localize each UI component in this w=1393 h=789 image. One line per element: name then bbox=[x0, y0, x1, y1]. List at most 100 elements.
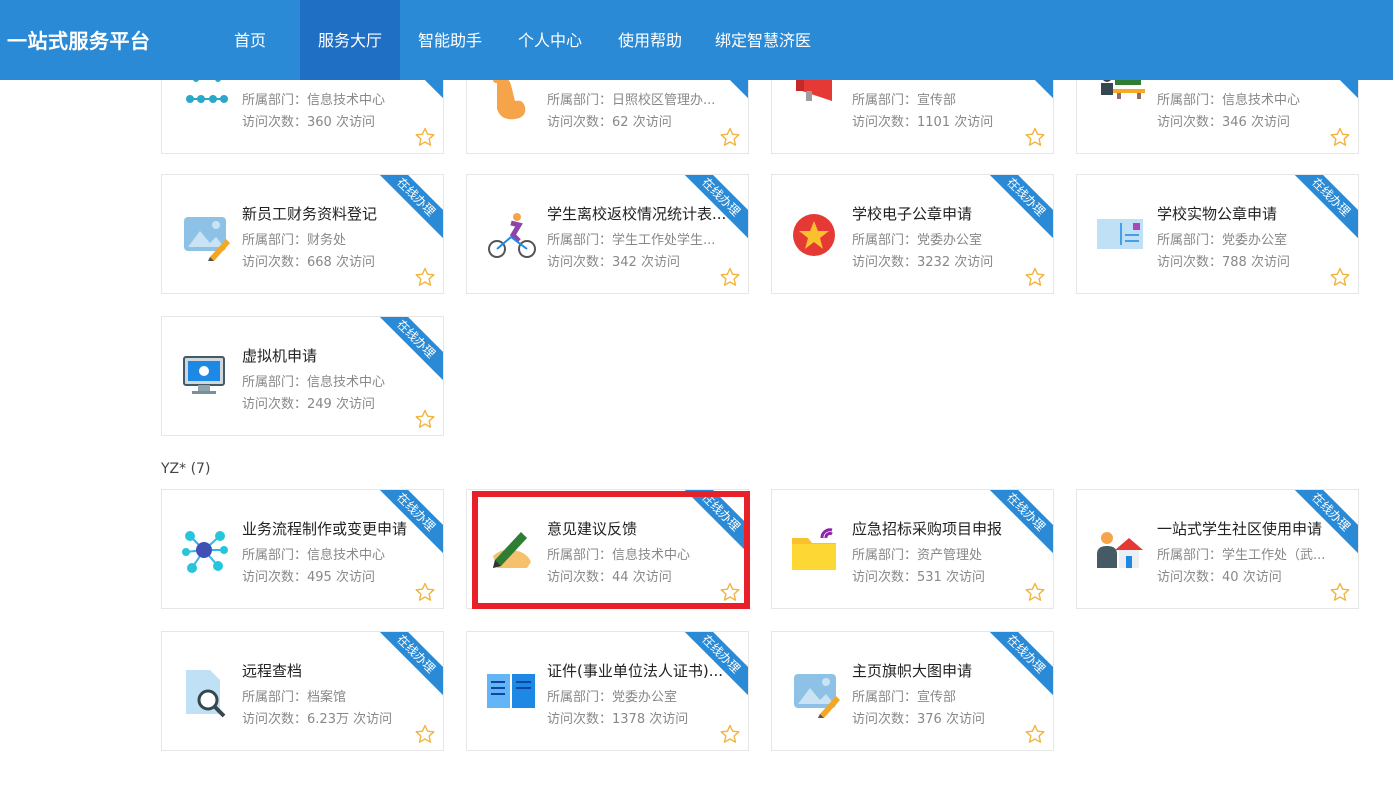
dept-value: 信息技术中心 bbox=[612, 548, 691, 563]
service-card[interactable]: 虚拟机申请 所属部门：信息技术中心 访问次数：249 次访问 在线办理 bbox=[161, 316, 444, 436]
visits-suffix: 次访问 bbox=[950, 115, 994, 130]
service-card[interactable]: 一站式学生社区使用申请 所属部门：学生工作处（武... 访问次数：40 次访问 在线办… bbox=[1076, 489, 1359, 609]
monitor-icon bbox=[182, 353, 232, 403]
service-card[interactable]: 业务流程制作或变更申请 所属部门：信息技术中心 访问次数：495 次访问 在线办理 bbox=[161, 489, 444, 609]
person-house-icon bbox=[1097, 526, 1147, 576]
dept-prefix: 所属部门： bbox=[852, 548, 918, 563]
visits-value: 342 bbox=[612, 255, 637, 270]
dept-value: 信息技术中心 bbox=[1222, 93, 1301, 108]
favorite-star-icon[interactable] bbox=[720, 724, 740, 744]
service-card[interactable]: 证件(事业单位法人证书)... 所属部门：党委办公室 访问次数：1378 次访问 在线… bbox=[466, 631, 749, 751]
dept-prefix: 所属部门： bbox=[547, 233, 613, 248]
dept-prefix: 所属部门： bbox=[547, 548, 613, 563]
favorite-star-icon[interactable] bbox=[1025, 127, 1045, 147]
visits-suffix: 次访问 bbox=[628, 115, 672, 130]
favorite-star-icon[interactable] bbox=[1330, 267, 1350, 287]
dept-prefix: 所属部门： bbox=[242, 690, 308, 705]
service-dept: 所属部门：学生工作处（武... bbox=[1157, 544, 1352, 563]
favorite-star-icon[interactable] bbox=[415, 267, 435, 287]
visits-suffix: 次访问 bbox=[636, 255, 680, 270]
service-visits: 访问次数：3232 次访问 bbox=[852, 251, 1047, 270]
dept-prefix: 所属部门： bbox=[242, 93, 308, 108]
service-visits: 访问次数：6.23万 次访问 bbox=[242, 708, 437, 727]
dept-prefix: 所属部门： bbox=[1157, 233, 1223, 248]
red-star-seal-icon bbox=[792, 211, 842, 261]
service-card[interactable]: 远程查档 所属部门：档案馆 访问次数：6.23万 次访问 在线办理 bbox=[161, 631, 444, 751]
favorite-star-icon[interactable] bbox=[1330, 582, 1350, 602]
dept-value: 档案馆 bbox=[307, 690, 347, 705]
nav-smart-assistant[interactable]: 智能助手 bbox=[410, 0, 490, 80]
dept-prefix: 所属部门： bbox=[242, 548, 308, 563]
favorite-star-icon[interactable] bbox=[415, 127, 435, 147]
dept-value: 日照校区管理办... bbox=[612, 93, 716, 108]
service-card[interactable]: 学生离校返校情况统计表... 所属部门：学生工作处学生... 访问次数：342 次访… bbox=[466, 174, 749, 294]
dept-prefix: 所属部门： bbox=[1157, 548, 1223, 563]
favorite-star-icon[interactable] bbox=[415, 409, 435, 429]
service-card[interactable]: 主页旗帜大图申请 所属部门：宣传部 访问次数：376 次访问 在线办理 bbox=[771, 631, 1054, 751]
service-card[interactable]: 学校电子公章申请 所属部门：党委办公室 访问次数：3232 次访问 在线办理 bbox=[771, 174, 1054, 294]
visits-suffix: 次访问 bbox=[941, 570, 985, 585]
dept-value: 信息技术中心 bbox=[307, 548, 386, 563]
dept-value: 宣传部 bbox=[917, 93, 957, 108]
image-edit-icon bbox=[182, 211, 232, 261]
visits-prefix: 访问次数： bbox=[852, 712, 918, 727]
service-dept: 所属部门：信息技术中心 bbox=[242, 371, 437, 390]
visits-suffix: 次访问 bbox=[1246, 115, 1290, 130]
dept-value: 宣传部 bbox=[917, 690, 957, 705]
service-title: 学校电子公章申请 bbox=[852, 205, 973, 223]
service-dept: 所属部门：信息技术中心 bbox=[547, 544, 742, 563]
favorite-star-icon[interactable] bbox=[1025, 267, 1045, 287]
favorite-star-icon[interactable] bbox=[720, 127, 740, 147]
service-dept: 所属部门：信息技术中心 bbox=[1157, 89, 1352, 108]
visits-suffix: 次访问 bbox=[1246, 255, 1290, 270]
service-visits: 访问次数：668 次访问 bbox=[242, 251, 437, 270]
service-card[interactable]: 新员工财务资料登记 所属部门：财务处 访问次数：668 次访问 在线办理 bbox=[161, 174, 444, 294]
favorite-star-icon[interactable] bbox=[415, 582, 435, 602]
top-nav-bar: 一站式服务平台 首页 服务大厅 智能助手 个人中心 使用帮助 绑定智慧济医 bbox=[0, 0, 1393, 80]
service-title: 新员工财务资料登记 bbox=[242, 205, 378, 223]
nav-service-hall[interactable]: 服务大厅 bbox=[300, 0, 400, 80]
visits-suffix: 次访问 bbox=[1238, 570, 1282, 585]
visits-prefix: 访问次数： bbox=[1157, 115, 1223, 130]
service-dept: 所属部门：党委办公室 bbox=[1157, 229, 1352, 248]
favorite-star-icon[interactable] bbox=[720, 582, 740, 602]
nav-bind-smart-jiyi[interactable]: 绑定智慧济医 bbox=[708, 0, 818, 80]
favorite-star-icon[interactable] bbox=[1330, 127, 1350, 147]
service-title: 应急招标采购项目申报 bbox=[852, 520, 1003, 538]
favorite-star-icon[interactable] bbox=[1025, 582, 1045, 602]
dept-value: 党委办公室 bbox=[1222, 233, 1288, 248]
hub-nodes-icon bbox=[182, 526, 232, 576]
favorite-star-icon[interactable] bbox=[415, 724, 435, 744]
favorite-star-icon[interactable] bbox=[720, 267, 740, 287]
visits-value: 360 bbox=[307, 115, 332, 130]
service-visits: 访问次数：44 次访问 bbox=[547, 566, 742, 585]
visits-value: 3232 bbox=[917, 255, 951, 270]
favorite-star-icon[interactable] bbox=[1025, 724, 1045, 744]
visits-prefix: 访问次数： bbox=[547, 570, 613, 585]
dept-value: 党委办公室 bbox=[612, 690, 678, 705]
service-dept: 所属部门：党委办公室 bbox=[852, 229, 1047, 248]
service-dept: 所属部门：信息技术中心 bbox=[242, 544, 437, 563]
visits-suffix: 次访问 bbox=[331, 255, 375, 270]
service-card[interactable]: 意见建议反馈 所属部门：信息技术中心 访问次数：44 次访问 在线办理 bbox=[466, 489, 749, 609]
visits-suffix: 次访问 bbox=[348, 712, 393, 727]
visits-prefix: 访问次数： bbox=[242, 255, 308, 270]
hand-writing-icon bbox=[487, 526, 537, 576]
nav-help[interactable]: 使用帮助 bbox=[610, 0, 690, 80]
open-book-icon bbox=[487, 668, 537, 718]
visits-prefix: 访问次数： bbox=[547, 255, 613, 270]
service-card[interactable]: 应急招标采购项目申报 所属部门：资产管理处 访问次数：531 次访问 在线办理 bbox=[771, 489, 1054, 609]
service-title: 学生离校返校情况统计表... bbox=[547, 205, 727, 223]
service-card[interactable]: 学校实物公章申请 所属部门：党委办公室 访问次数：788 次访问 在线办理 bbox=[1076, 174, 1359, 294]
dept-prefix: 所属部门： bbox=[547, 690, 613, 705]
service-dept: 所属部门：资产管理处 bbox=[852, 544, 1047, 563]
visits-value: 1101 bbox=[917, 115, 951, 130]
folder-signal-icon bbox=[792, 526, 842, 576]
service-visits: 访问次数：62 次访问 bbox=[547, 111, 742, 130]
nav-home[interactable]: 首页 bbox=[217, 0, 283, 80]
service-dept: 所属部门：日照校区管理办... bbox=[547, 89, 742, 108]
nav-personal-center[interactable]: 个人中心 bbox=[510, 0, 590, 80]
visits-prefix: 访问次数： bbox=[242, 570, 308, 585]
dept-prefix: 所属部门： bbox=[547, 93, 613, 108]
visits-value: 531 bbox=[917, 570, 942, 585]
